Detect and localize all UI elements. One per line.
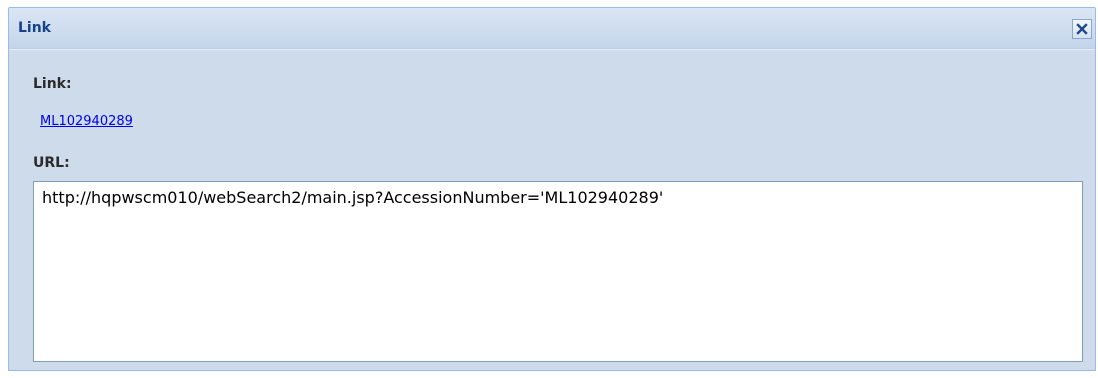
dialog-title: Link [18, 20, 51, 36]
link-dialog: Link Link: ML102940289 URL: http://hqpws… [8, 7, 1096, 371]
url-textarea[interactable]: http://hqpwscm010/webSearch2/main.jsp?Ac… [33, 181, 1083, 362]
link-value[interactable]: ML102940289 [40, 114, 133, 130]
close-button[interactable] [1072, 19, 1092, 39]
close-icon [1076, 23, 1088, 35]
url-label: URL: [33, 155, 70, 171]
link-label: Link: [33, 76, 72, 92]
dialog-header: Link [9, 8, 1095, 49]
dialog-body: Link: ML102940289 URL: http://hqpwscm010… [9, 49, 1095, 370]
